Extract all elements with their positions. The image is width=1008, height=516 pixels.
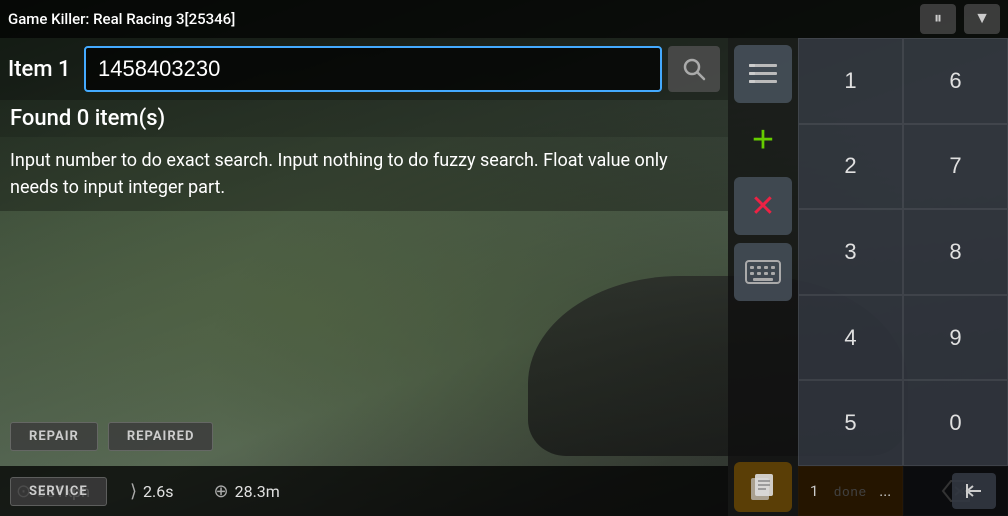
repaired-button[interactable]: REPAIRED	[108, 422, 214, 451]
num-0[interactable]: 0	[903, 380, 1008, 466]
repair-button[interactable]: REPAIR	[10, 422, 98, 451]
pages-button[interactable]	[734, 462, 792, 512]
left-panel: Item 1 Found 0 item(s) Input number to d…	[0, 38, 728, 516]
item-label: Item 1	[8, 57, 78, 82]
num-4[interactable]: 4	[798, 295, 903, 381]
num-8[interactable]: 8	[903, 209, 1008, 295]
overlay-panel: Game Killer: Real Racing 3[25346] ⏸ ▼ It…	[0, 0, 1008, 516]
numpad: 1 6 2 7 3 8 4 9 5 0 done	[798, 38, 1008, 516]
num-5[interactable]: 5	[798, 380, 903, 466]
add-icon: +	[752, 121, 774, 159]
back-icon	[963, 480, 985, 502]
found-count: Found 0 item(s)	[0, 100, 728, 137]
time-value: 2.6s	[143, 482, 173, 501]
time-icon: ⟩	[130, 481, 137, 502]
pages-icon	[748, 472, 778, 502]
add-button[interactable]: +	[734, 111, 792, 169]
search-row: Item 1	[0, 38, 728, 100]
numpad-grid: 1 6 2 7 3 8 4 9 5 0	[798, 38, 1008, 466]
distance-icon: ⊕	[213, 481, 228, 502]
num-9[interactable]: 9	[903, 295, 1008, 381]
distance-indicator: ⊕ 28.3m	[213, 481, 279, 502]
repair-area: REPAIR REPAIRED	[10, 422, 213, 451]
info-text: Input number to do exact search. Input n…	[0, 137, 728, 211]
right-sidebar: + ✕	[728, 38, 1008, 516]
dropdown-icon: ▼	[974, 10, 990, 28]
distance-value: 28.3m	[235, 482, 280, 501]
title-bar: Game Killer: Real Racing 3[25346] ⏸ ▼	[0, 0, 1008, 38]
list-icon	[747, 60, 779, 88]
service-area: SERVICE	[10, 477, 107, 506]
list-button[interactable]	[734, 45, 792, 103]
app-title: Game Killer: Real Racing 3[25346]	[8, 10, 912, 28]
num-3[interactable]: 3	[798, 209, 903, 295]
search-button[interactable]	[668, 46, 720, 92]
control-column: + ✕	[728, 38, 798, 516]
num-1[interactable]: 1	[798, 38, 903, 124]
back-to-start-button[interactable]	[952, 473, 996, 509]
dropdown-button[interactable]: ▼	[964, 4, 1000, 34]
pause-button[interactable]: ⏸	[920, 4, 956, 34]
delete-icon: ✕	[750, 189, 775, 224]
main-area: Item 1 Found 0 item(s) Input number to d…	[0, 38, 1008, 516]
num-6[interactable]: 6	[903, 38, 1008, 124]
status-bar: ⊙ 351kph ⟩ 2.6s ⊕ 28.3m	[0, 466, 728, 516]
num-7[interactable]: 7	[903, 124, 1008, 210]
service-button[interactable]: SERVICE	[10, 477, 107, 506]
keyboard-icon	[745, 258, 781, 286]
keyboard-button[interactable]	[734, 243, 792, 301]
pages-count: 1	[810, 482, 818, 500]
more-label: ...	[879, 482, 891, 500]
search-input[interactable]	[84, 46, 662, 92]
search-icon	[680, 55, 708, 83]
num-2[interactable]: 2	[798, 124, 903, 210]
delete-button[interactable]: ✕	[734, 177, 792, 235]
time-indicator: ⟩ 2.6s	[130, 481, 174, 502]
bottom-right-bar: 1 ...	[798, 466, 1008, 516]
pause-icon: ⏸	[934, 10, 942, 28]
